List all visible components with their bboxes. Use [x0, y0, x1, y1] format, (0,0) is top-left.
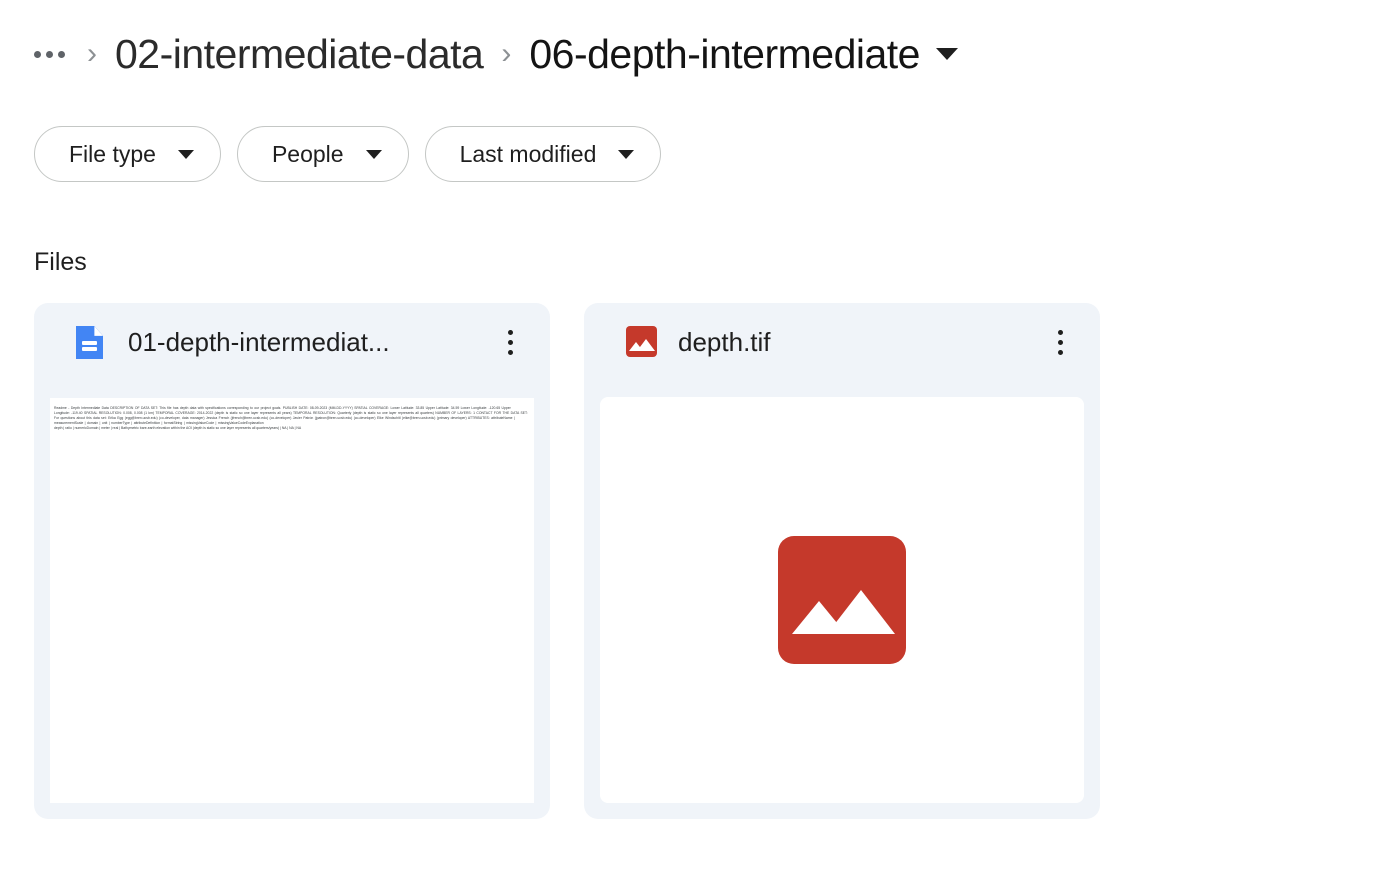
breadcrumb-overflow-button[interactable] — [30, 45, 69, 64]
section-heading-files: Files — [34, 248, 87, 276]
file-name: depth.tif — [678, 326, 771, 357]
breadcrumb-item-parent[interactable]: 02-intermediate-data — [115, 31, 484, 78]
dot-icon — [58, 50, 65, 58]
file-card-image[interactable]: depth.tif — [584, 303, 1100, 819]
file-card-header: 01-depth-intermediat... — [34, 303, 550, 381]
file-preview-image — [600, 397, 1084, 803]
dot-icon — [34, 50, 41, 58]
chevron-down-icon — [177, 149, 194, 159]
image-placeholder-icon — [778, 536, 906, 664]
filter-chip-last-modified[interactable]: Last modified — [424, 126, 662, 182]
google-docs-icon — [76, 326, 106, 359]
image-file-icon — [626, 326, 657, 358]
breadcrumb-separator-icon: › — [501, 37, 512, 70]
chevron-down-icon — [365, 149, 382, 159]
file-card-header: depth.tif — [584, 303, 1100, 381]
filter-chip-label: File type — [69, 140, 156, 167]
chevron-down-icon — [618, 149, 635, 159]
filter-chip-label: Last modified — [459, 140, 597, 167]
breadcrumb-item-current[interactable]: 06-depth-intermediate — [529, 31, 920, 78]
filter-chip-people[interactable]: People — [236, 126, 409, 182]
dot-icon — [1057, 349, 1063, 355]
file-card-document[interactable]: 01-depth-intermediat... Readme - Depth I… — [34, 303, 550, 819]
filter-chip-file-type[interactable]: File type — [34, 126, 221, 182]
dot-icon — [1057, 329, 1063, 335]
document-preview-text-tail: depth | ratio | numericDomain | meter | … — [54, 426, 302, 431]
file-card-grid: 01-depth-intermediat... Readme - Depth I… — [0, 303, 1386, 819]
document-preview-text: Readme - Depth Intermediate Data DESCRIP… — [54, 406, 528, 426]
dot-icon — [46, 50, 53, 58]
file-name: 01-depth-intermediat... — [128, 326, 390, 357]
dot-icon — [507, 339, 513, 345]
breadcrumb-separator-icon: › — [87, 37, 97, 70]
dot-icon — [507, 329, 513, 335]
dot-icon — [507, 349, 513, 355]
chevron-down-icon[interactable] — [935, 48, 958, 60]
breadcrumb: › 02-intermediate-data › 06-depth-interm… — [0, 0, 1386, 108]
more-vert-icon[interactable] — [1042, 320, 1078, 364]
more-vert-icon[interactable] — [492, 320, 528, 364]
filter-chip-bar: File type People Last modified — [0, 126, 1386, 182]
dot-icon — [1057, 339, 1063, 345]
filter-chip-label: People — [271, 140, 344, 167]
file-preview-document: Readme - Depth Intermediate Data DESCRIP… — [50, 398, 534, 803]
